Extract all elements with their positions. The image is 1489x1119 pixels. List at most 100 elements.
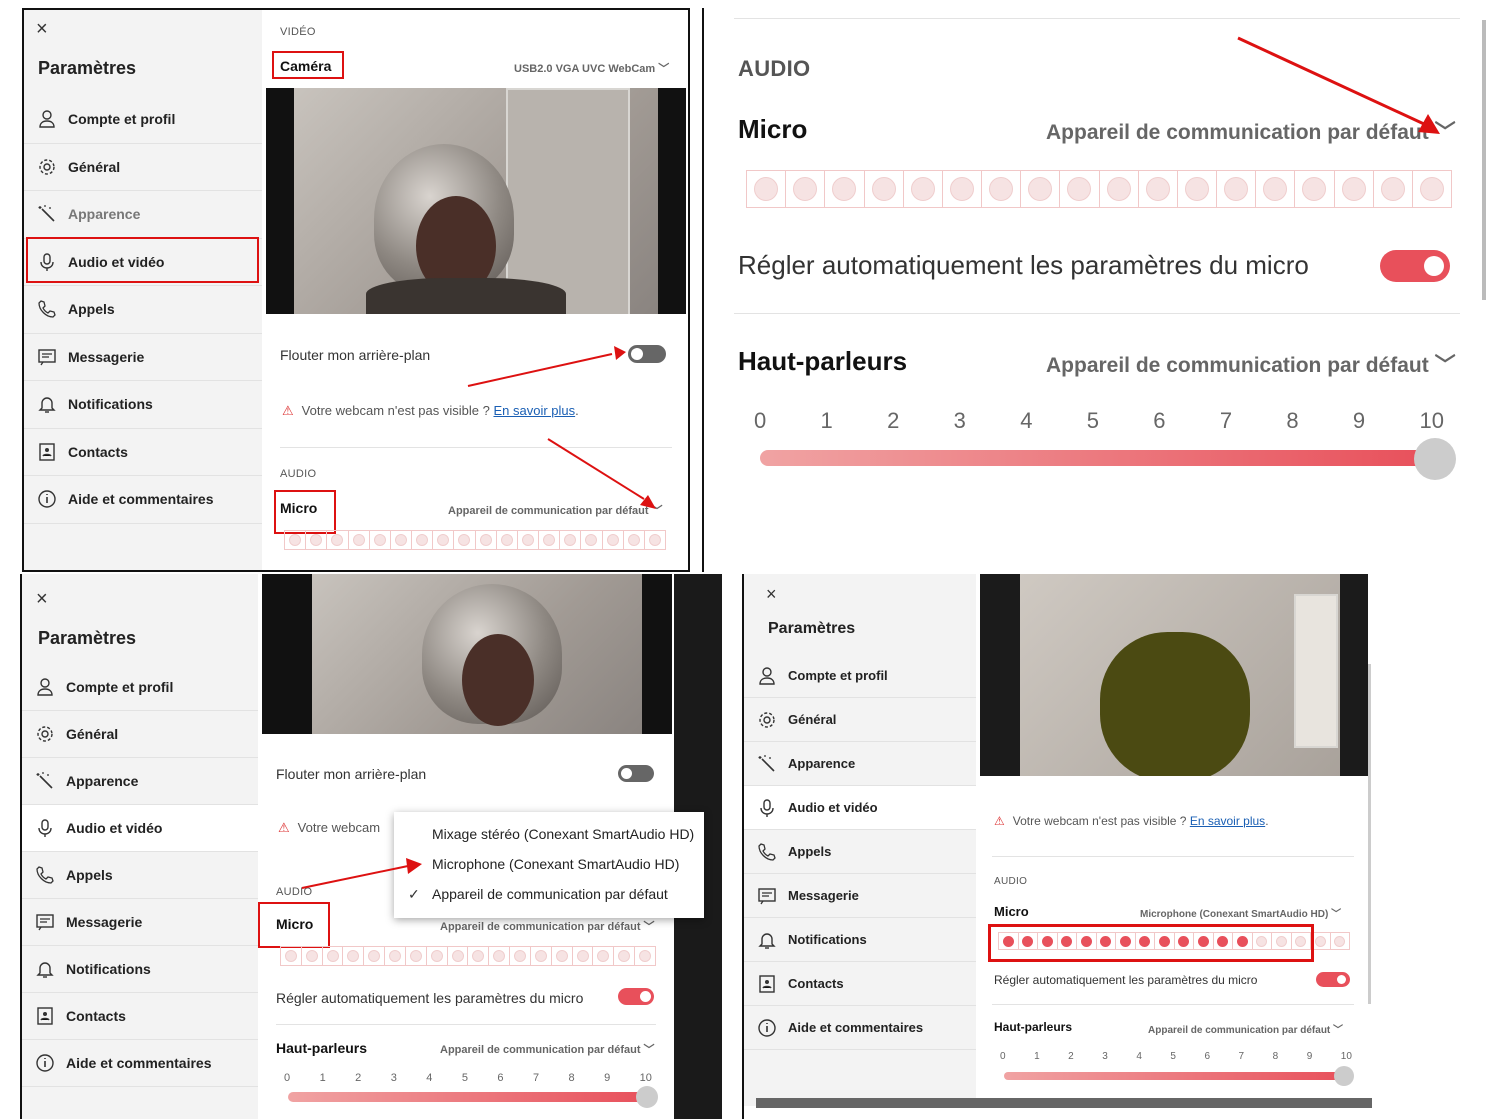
warning-icon: ⚠ [282,403,294,418]
volume-slider-track[interactable] [288,1092,648,1102]
webcam-warning: ⚠ Votre webcam n'est pas visible ? En sav… [282,403,579,418]
camera-preview [262,574,672,734]
meter-dot [389,950,402,962]
volume-tick-label: 5 [461,1072,468,1084]
sidebar-item-appels[interactable]: Appels [744,830,976,874]
speakers-device-dropdown[interactable]: Appareil de communication par défaut ﹀ [1148,1021,1343,1036]
meter-cell [1295,171,1335,207]
volume-tick-label: 5 [1086,408,1099,433]
volume-tick-label: 5 [1170,1051,1176,1062]
speakers-device-dropdown-large[interactable]: Appareil de communication par défaut ﹀ [1046,349,1456,379]
chevron-down-icon: ﹀ [643,921,655,933]
sidebar-item-apparence[interactable]: Apparence [24,191,262,239]
sidebar-item-aide-et-commentaires[interactable]: Aide et commentaires [22,1040,258,1087]
sidebar-item-notifications[interactable]: Notifications [24,381,262,429]
camera-device-dropdown[interactable]: USB2.0 VGA UVC WebCam ﹀ [514,60,669,76]
meter-cell [427,947,448,965]
meter-cell [281,947,302,965]
learn-more-link[interactable]: En savoir plus [1190,814,1265,828]
mic-device-dropdown[interactable]: Microphone (Conexant SmartAudio HD) ﹀ [1140,905,1341,920]
sidebar-item-messagerie[interactable]: Messagerie [22,899,258,946]
volume-tick-label: 6 [1153,408,1166,433]
meter-cell [603,531,624,549]
settings-sidebar: × Paramètres Compte et profil Général Appa… [744,574,976,1106]
sidebar-item-general[interactable]: Général [24,144,262,191]
meter-cell [825,171,865,207]
speakers-label: Haut-parleurs [276,1040,368,1056]
auto-adjust-toggle[interactable] [618,988,654,1005]
meter-dot [289,534,302,546]
mic-device-dropdown[interactable]: Appareil de communication par défaut ﹀ [440,918,655,934]
sidebar-item-apparence[interactable]: Apparence [744,742,976,786]
sidebar-item-contacts[interactable]: Contacts [24,429,262,476]
warning-icon: ⚠ [994,814,1005,828]
sidebar-item-contacts[interactable]: Contacts [744,962,976,1006]
meter-cell [943,171,983,207]
sidebar-item-general[interactable]: Général [22,711,258,758]
volume-slider-track[interactable] [1004,1072,1346,1080]
volume-tick-label: 8 [568,1072,575,1084]
sidebar-item-compte-et-profil[interactable]: Compte et profil [24,96,262,144]
speakers-device-dropdown[interactable]: Appareil de communication par défaut ﹀ [440,1041,655,1057]
meter-cell [510,947,531,965]
sidebar-item-aide-et-commentaires[interactable]: Aide et commentaires [744,1006,976,1050]
close-icon[interactable]: × [36,588,48,611]
blur-background-toggle[interactable] [628,345,666,363]
sidebar-item-audio-et-video[interactable]: Audio et vidéo [744,786,976,830]
sidebar-item-appels[interactable]: Appels [24,286,262,334]
sidebar-item-apparence[interactable]: Apparence [22,758,258,805]
panel-top-right: AUDIO Micro Appareil de communication pa… [702,8,1488,572]
sidebar-item-messagerie[interactable]: Messagerie [24,334,262,381]
volume-tick-label: 10 [1340,1051,1352,1062]
learn-more-link[interactable]: En savoir plus [493,403,575,418]
meter-dot [451,950,464,962]
sidebar-item-aide-et-commentaires[interactable]: Aide et commentaires [24,476,262,524]
audio-section-heading: AUDIO [994,876,1028,887]
annotation-box-mic [258,902,330,948]
meter-cell [370,531,391,549]
menu-option-stereo-mix[interactable]: Mixage stéréo (Conexant SmartAudio HD) [432,826,704,842]
volume-tick-label: 4 [426,1072,433,1084]
meter-dot [514,950,527,962]
sidebar-item-label: Apparence [788,756,856,771]
sidebar-item-label: Messagerie [788,888,859,903]
sidebar-item-audio-et-video[interactable]: Audio et vidéo [22,805,258,852]
sidebar-item-appels[interactable]: Appels [22,852,258,899]
scrollbar[interactable] [1482,20,1486,300]
auto-adjust-toggle-large[interactable] [1380,250,1450,282]
sidebar-item-messagerie[interactable]: Messagerie [744,874,976,918]
video-section-heading: VIDÉO [280,26,316,38]
meter-dot [394,534,407,546]
close-icon[interactable]: × [36,18,48,41]
sidebar-item-notifications[interactable]: Notifications [22,946,258,993]
mic-device-dropdown[interactable]: Appareil de communication par défaut ﹀ [448,502,663,518]
volume-tick-label: 2 [355,1072,362,1084]
sidebar-item-compte-et-profil[interactable]: Compte et profil [22,664,258,711]
volume-tick-label: 2 [887,408,900,433]
microphone-icon [34,817,56,839]
meter-cell [433,531,455,549]
sidebar-item-notifications[interactable]: Notifications [744,918,976,962]
menu-option-default-device[interactable]: Appareil de communication par défaut [432,886,704,902]
divider [734,18,1460,19]
auto-adjust-toggle[interactable] [1316,972,1350,987]
blur-background-toggle[interactable] [618,765,654,782]
message-icon [36,346,58,368]
meter-dot [585,534,598,546]
volume-slider-knob-large[interactable] [1414,438,1456,480]
meter-cell [1021,171,1061,207]
menu-option-microphone[interactable]: Microphone (Conexant SmartAudio HD) [432,856,704,872]
mic-device-dropdown-large[interactable]: Appareil de communication par défaut ﹀ [1046,116,1456,146]
sidebar-item-compte-et-profil[interactable]: Compte et profil [744,654,976,698]
scrollbar[interactable] [1368,664,1371,1004]
sidebar-item-contacts[interactable]: Contacts [22,993,258,1040]
volume-slider-knob[interactable] [1334,1066,1354,1086]
volume-slider-knob[interactable] [636,1086,658,1108]
meter-cell [1178,171,1218,207]
close-icon[interactable]: × [766,584,777,605]
mic-device-menu: Mixage stéréo (Conexant SmartAudio HD) M… [394,812,704,918]
camera-preview [266,88,686,314]
volume-slider-track-large[interactable] [760,450,1432,466]
sidebar-item-general[interactable]: Général [744,698,976,742]
chevron-down-icon: ﹀ [643,1044,655,1056]
